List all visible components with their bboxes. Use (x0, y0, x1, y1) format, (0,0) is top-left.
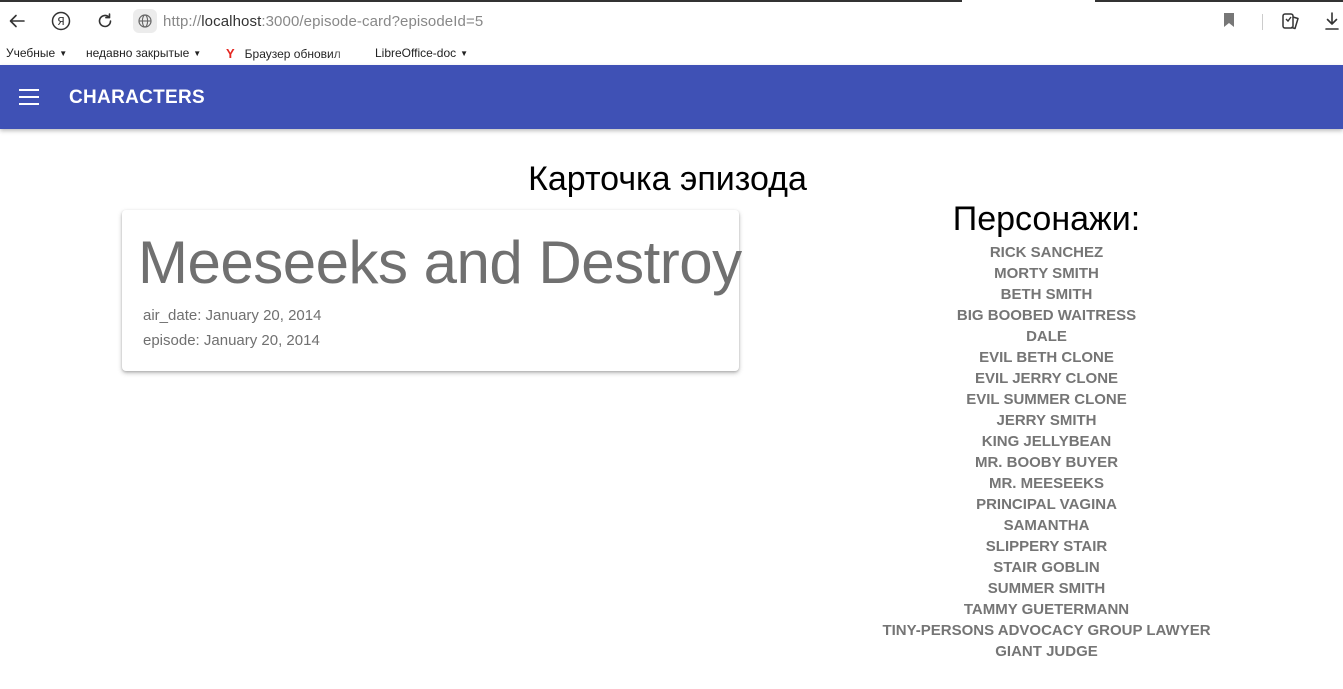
app-title[interactable]: CHARACTERS (69, 87, 205, 109)
collections-icon (1282, 13, 1299, 30)
characters-list: RICK SANCHEZ MORTY SMITH BETH SMITH BIG … (858, 242, 1235, 662)
yandex-logo-icon: Y (226, 46, 235, 61)
url-text: http://localhost:3000/episode-card?episo… (163, 13, 483, 30)
url-host: localhost (201, 12, 262, 30)
browser-toolbar: Я http://localhost:3000/episode-card?epi… (0, 2, 1343, 40)
character-link[interactable]: GIANT JUDGE (858, 641, 1235, 662)
bookmark-icon (1224, 13, 1234, 27)
collections-button[interactable] (1281, 11, 1301, 36)
character-link[interactable]: SAMANTHA (858, 515, 1235, 536)
caret-down-icon: ▼ (59, 48, 68, 58)
character-link[interactable]: TINY-PERSONS ADVOCACY GROUP LAWYER (858, 620, 1235, 641)
bookmark-label: недавно закрытые (86, 46, 190, 60)
character-link[interactable]: KING JELLYBEAN (858, 431, 1235, 452)
menu-icon[interactable] (19, 89, 39, 105)
character-link[interactable]: DALE (858, 326, 1235, 347)
toolbar-separator (1262, 14, 1263, 30)
bookmark-label: Браузер обновил (245, 47, 353, 61)
download-icon (1325, 12, 1339, 30)
bookmark-folder-uchebnye[interactable]: Учебные ▼ (6, 46, 67, 60)
character-link[interactable]: BIG BOOBED WAITRESS (858, 305, 1235, 326)
character-link[interactable]: JERRY SMITH (858, 410, 1235, 431)
episode-code: episode: January 20, 2014 (143, 332, 320, 349)
reload-icon (98, 13, 112, 28)
character-link[interactable]: SUMMER SMITH (858, 578, 1235, 599)
yandex-icon: Я (51, 11, 71, 31)
bookmark-folder-libreoffice[interactable]: LibreOffice-doc ▼ (375, 46, 468, 60)
bookmark-page-button[interactable] (1222, 12, 1236, 33)
bookmark-folder-recently-closed[interactable]: недавно закрытые ▼ (86, 46, 201, 60)
character-link[interactable]: MR. MEESEEKS (858, 473, 1235, 494)
yandex-button[interactable]: Я (50, 10, 72, 32)
page-title: Карточка эпизода (528, 160, 807, 198)
bookmark-browser-updated[interactable]: Y Браузер обновил (226, 46, 353, 61)
app-bar: CHARACTERS (0, 65, 1343, 129)
bookmarks-bar: Учебные ▼ недавно закрытые ▼ Y Браузер обно… (0, 42, 1343, 64)
episode-title: Meeseeks and Destroy (138, 229, 742, 296)
downloads-button[interactable] (1324, 11, 1340, 36)
bookmark-label: Учебные (6, 46, 56, 60)
character-link[interactable]: BETH SMITH (858, 284, 1235, 305)
character-link[interactable]: TAMMY GUETERMANN (858, 599, 1235, 620)
character-link[interactable]: MORTY SMITH (858, 263, 1235, 284)
reload-button[interactable] (94, 10, 116, 32)
caret-down-icon: ▼ (460, 48, 469, 58)
character-link[interactable]: EVIL JERRY CLONE (858, 368, 1235, 389)
svg-text:Я: Я (57, 15, 65, 28)
episode-card: Meeseeks and Destroy air_date: January 2… (122, 210, 742, 371)
url-prefix: http:// (163, 12, 202, 30)
character-link[interactable]: EVIL SUMMER CLONE (858, 389, 1235, 410)
back-button[interactable] (6, 10, 28, 32)
globe-icon (133, 9, 157, 33)
character-link[interactable]: EVIL BETH CLONE (858, 347, 1235, 368)
character-link[interactable]: MR. BOOBY BUYER (858, 452, 1235, 473)
character-link[interactable]: SLIPPERY STAIR (858, 536, 1235, 557)
characters-heading: Персонажи: (952, 200, 1141, 238)
character-link[interactable]: PRINCIPAL VAGINA (858, 494, 1235, 515)
episode-air-date: air_date: January 20, 2014 (143, 307, 322, 324)
url-path: :3000/episode-card?episodeId=5 (261, 12, 484, 30)
caret-down-icon: ▼ (193, 48, 202, 58)
character-link[interactable]: RICK SANCHEZ (858, 242, 1235, 263)
character-link[interactable]: STAIR GOBLIN (858, 557, 1235, 578)
address-bar[interactable]: http://localhost:3000/episode-card?episo… (133, 9, 483, 33)
bookmark-label: LibreOffice-doc (375, 46, 457, 60)
arrow-left-icon (9, 14, 25, 28)
